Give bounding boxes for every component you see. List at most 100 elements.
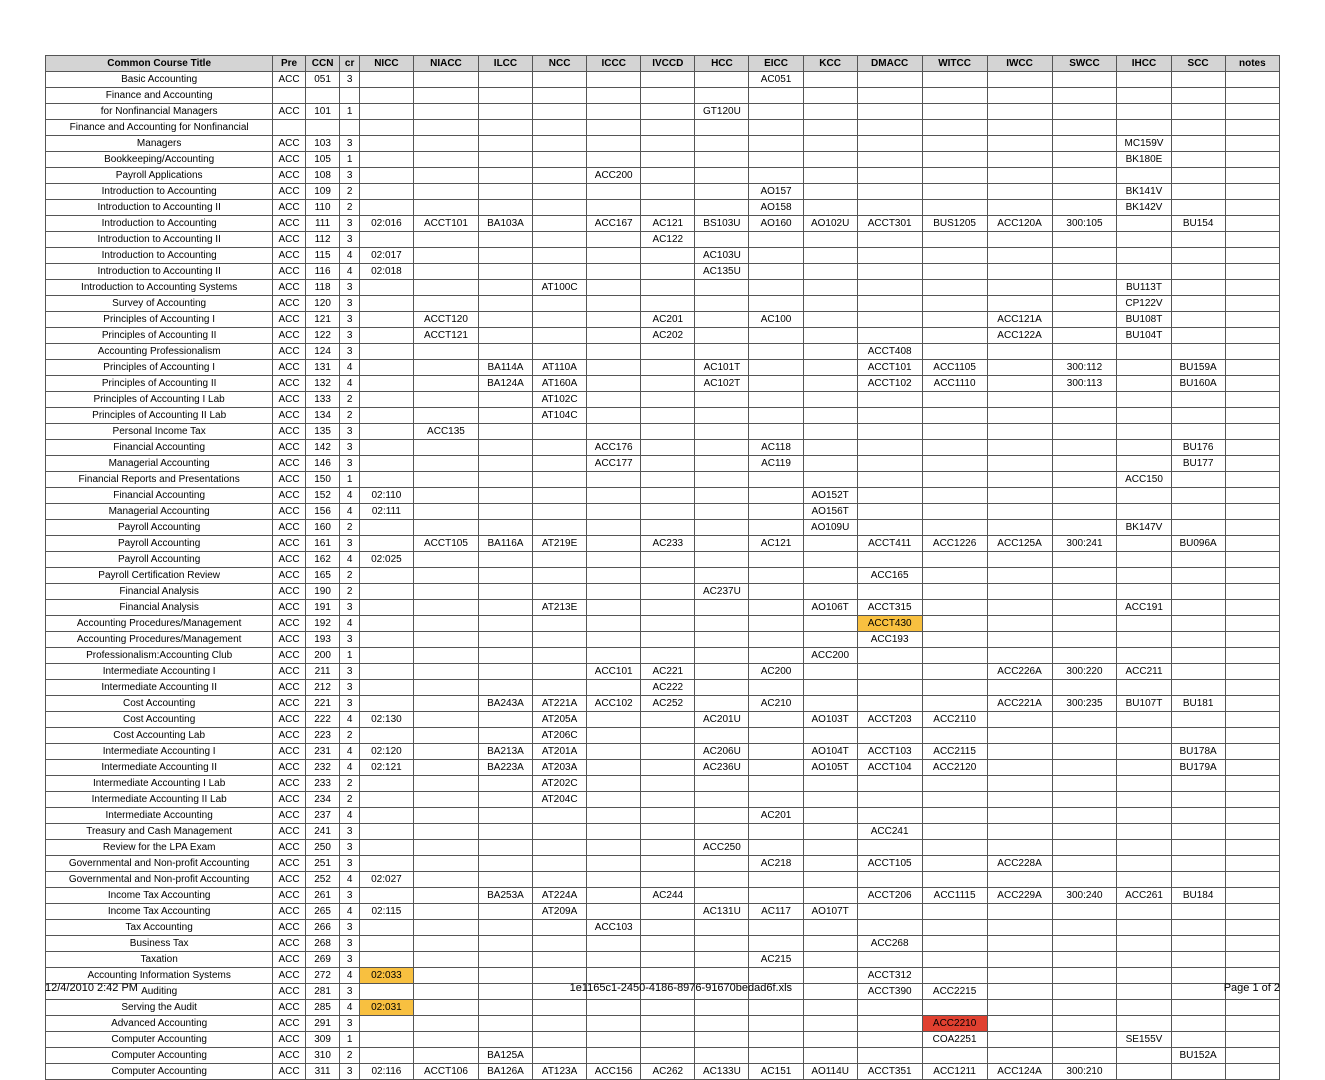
cell: [1171, 232, 1225, 248]
cell: 1: [340, 472, 359, 488]
cell: ACC193: [857, 632, 922, 648]
cell: 02:027: [359, 872, 413, 888]
cell: [587, 392, 641, 408]
cell: ACC: [273, 872, 305, 888]
cell: [1117, 904, 1171, 920]
cell: [359, 952, 413, 968]
cell: AO160: [749, 216, 803, 232]
cell: Payroll Certification Review: [46, 568, 273, 584]
cell: [1225, 1032, 1279, 1048]
table-row: Managerial AccountingACC1463ACC177AC119B…: [46, 456, 1280, 472]
cell: [987, 88, 1052, 104]
cell: [1052, 680, 1117, 696]
cell: [1225, 904, 1279, 920]
cell: Introduction to Accounting Systems: [46, 280, 273, 296]
cell: Accounting Professionalism: [46, 344, 273, 360]
cell: [695, 472, 749, 488]
cell: [413, 552, 478, 568]
cell: [413, 120, 478, 136]
cell: 3: [340, 536, 359, 552]
cell: [987, 840, 1052, 856]
cell: [922, 584, 987, 600]
table-row: Intermediate AccountingACC2374AC201: [46, 808, 1280, 824]
cell: [478, 248, 532, 264]
cell: [922, 728, 987, 744]
cell: [987, 824, 1052, 840]
cell: AC215: [749, 952, 803, 968]
cell: [987, 712, 1052, 728]
cell: 135: [305, 424, 340, 440]
cell: [478, 936, 532, 952]
cell: [1225, 248, 1279, 264]
cell: 4: [340, 248, 359, 264]
table-row: TaxationACC2693AC215: [46, 952, 1280, 968]
cell: AC051: [749, 72, 803, 88]
cell: AC262: [641, 1064, 695, 1080]
cell: [749, 824, 803, 840]
cell: [478, 456, 532, 472]
cell: AC151: [749, 1064, 803, 1080]
cell: [1052, 776, 1117, 792]
table-row: Cost AccountingACC2213BA243AAT221AACC102…: [46, 696, 1280, 712]
cell: [749, 872, 803, 888]
cell: [749, 360, 803, 376]
cell: [478, 728, 532, 744]
cell: Income Tax Accounting: [46, 904, 273, 920]
cell: 115: [305, 248, 340, 264]
table-row: Accounting ProfessionalismACC1243ACCT408: [46, 344, 1280, 360]
cell: [533, 248, 587, 264]
cell: AC201: [749, 808, 803, 824]
cell: [1052, 728, 1117, 744]
cell: [1052, 520, 1117, 536]
cell: [641, 1048, 695, 1064]
cell: [533, 632, 587, 648]
cell: [1117, 88, 1171, 104]
cell: [359, 72, 413, 88]
cell: [587, 1032, 641, 1048]
cell: [533, 72, 587, 88]
cell: [749, 584, 803, 600]
cell: [922, 408, 987, 424]
cell: 132: [305, 376, 340, 392]
table-row: Governmental and Non-profit AccountingAC…: [46, 872, 1280, 888]
cell: ACC: [273, 552, 305, 568]
cell: [857, 840, 922, 856]
cell: Cost Accounting Lab: [46, 728, 273, 744]
cell: 3: [340, 344, 359, 360]
cell: ACC200: [587, 168, 641, 184]
cell: 300:240: [1052, 888, 1117, 904]
cell: Intermediate Accounting I: [46, 664, 273, 680]
cell: [987, 248, 1052, 264]
cell: [803, 632, 857, 648]
cell: [922, 504, 987, 520]
cell: ACC: [273, 648, 305, 664]
cell: [1117, 808, 1171, 824]
cell: [1117, 168, 1171, 184]
cell: [1117, 408, 1171, 424]
cell: [478, 1000, 532, 1016]
cell: [478, 856, 532, 872]
cell: ACC: [273, 104, 305, 120]
cell: [695, 440, 749, 456]
cell: [587, 824, 641, 840]
cell: [533, 520, 587, 536]
cell: ACC268: [857, 936, 922, 952]
cell: [857, 200, 922, 216]
cell: [922, 552, 987, 568]
cell: Principles of Accounting II Lab: [46, 408, 273, 424]
cell: [641, 1000, 695, 1016]
cell: BU107T: [1117, 696, 1171, 712]
table-row: Intermediate Accounting IACC231402:120BA…: [46, 744, 1280, 760]
cell: 300:235: [1052, 696, 1117, 712]
cell: [987, 152, 1052, 168]
cell: 134: [305, 408, 340, 424]
cell: [1052, 1048, 1117, 1064]
cell: ACC: [273, 840, 305, 856]
cell: ACC: [273, 664, 305, 680]
cell: [803, 1048, 857, 1064]
cell: AC222: [641, 680, 695, 696]
cell: [587, 680, 641, 696]
cell: [1225, 616, 1279, 632]
cell: [478, 488, 532, 504]
cell: AO109U: [803, 520, 857, 536]
